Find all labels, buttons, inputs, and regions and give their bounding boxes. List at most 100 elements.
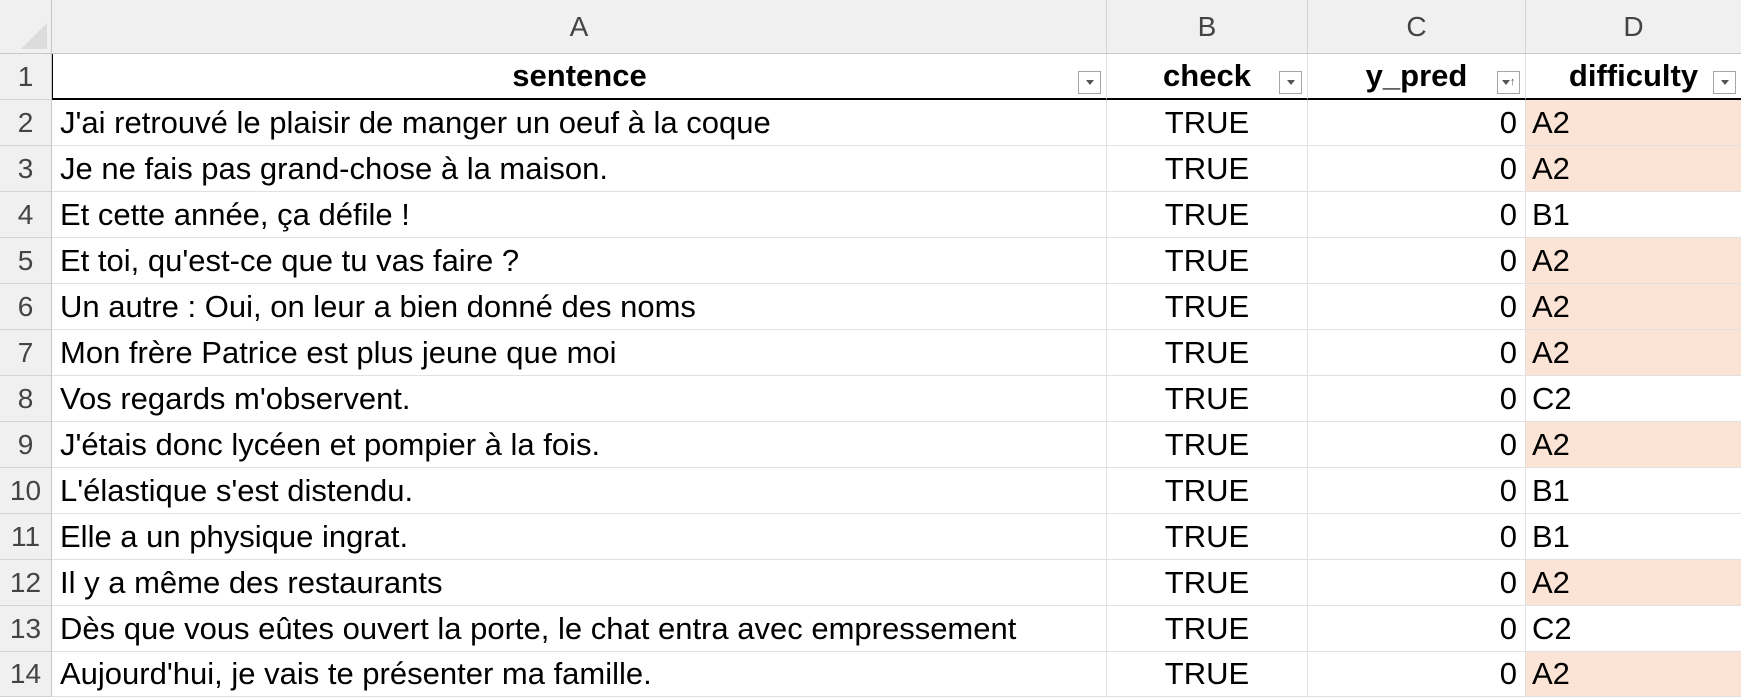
y-pred-cell[interactable]: 0: [1308, 652, 1526, 697]
table-row: 3 Je ne fais pas grand-chose à la maison…: [0, 146, 1741, 192]
y-pred-cell[interactable]: 0: [1308, 560, 1526, 606]
row-header[interactable]: 4: [0, 192, 52, 238]
row-header[interactable]: 3: [0, 146, 52, 192]
header-label-y-pred: y_pred: [1365, 58, 1468, 93]
difficulty-cell[interactable]: B1: [1526, 514, 1741, 560]
column-header-c[interactable]: C: [1308, 0, 1526, 54]
difficulty-cell[interactable]: A2: [1526, 560, 1741, 606]
table-row: 12 Il y a même des restaurants TRUE 0 A2: [0, 560, 1741, 606]
header-cell-difficulty[interactable]: difficulty: [1526, 54, 1741, 100]
sentence-cell[interactable]: Je ne fais pas grand-chose à la maison.: [52, 146, 1107, 192]
select-all-corner[interactable]: [0, 0, 52, 54]
y-pred-cell[interactable]: 0: [1308, 192, 1526, 238]
y-pred-cell[interactable]: 0: [1308, 146, 1526, 192]
filter-dropdown-sentence[interactable]: [1078, 71, 1101, 94]
table-row: 4 Et cette année, ça défile ! TRUE 0 B1: [0, 192, 1741, 238]
difficulty-cell[interactable]: A2: [1526, 284, 1741, 330]
difficulty-cell[interactable]: B1: [1526, 468, 1741, 514]
difficulty-cell[interactable]: A2: [1526, 330, 1741, 376]
y-pred-cell[interactable]: 0: [1308, 468, 1526, 514]
difficulty-cell[interactable]: C2: [1526, 376, 1741, 422]
filter-dropdown-check[interactable]: [1279, 71, 1302, 94]
filter-sort-y-pred[interactable]: ↑: [1497, 71, 1520, 94]
check-cell[interactable]: TRUE: [1107, 514, 1308, 560]
y-pred-cell[interactable]: 0: [1308, 514, 1526, 560]
row-header[interactable]: 8: [0, 376, 52, 422]
header-cell-sentence[interactable]: sentence: [52, 54, 1107, 100]
check-cell[interactable]: TRUE: [1107, 284, 1308, 330]
header-cell-y-pred[interactable]: y_pred ↑: [1308, 54, 1526, 100]
row-header[interactable]: 12: [0, 560, 52, 606]
header-label-sentence: sentence: [512, 58, 647, 93]
sentence-cell[interactable]: Dès que vous eûtes ouvert la porte, le c…: [52, 606, 1107, 652]
check-cell[interactable]: TRUE: [1107, 146, 1308, 192]
check-cell[interactable]: TRUE: [1107, 560, 1308, 606]
sentence-cell[interactable]: Mon frère Patrice est plus jeune que moi: [52, 330, 1107, 376]
y-pred-cell[interactable]: 0: [1308, 422, 1526, 468]
row-header[interactable]: 13: [0, 606, 52, 652]
difficulty-cell[interactable]: C2: [1526, 606, 1741, 652]
row-header[interactable]: 10: [0, 468, 52, 514]
difficulty-cell[interactable]: B1: [1526, 192, 1741, 238]
sentence-cell[interactable]: Elle a un physique ingrat.: [52, 514, 1107, 560]
table-row: 13 Dès que vous eûtes ouvert la porte, l…: [0, 606, 1741, 652]
table-row: 5 Et toi, qu'est-ce que tu vas faire ? T…: [0, 238, 1741, 284]
table-row: 11 Elle a un physique ingrat. TRUE 0 B1: [0, 514, 1741, 560]
check-cell[interactable]: TRUE: [1107, 192, 1308, 238]
spreadsheet-grid: A B C D 1 sentence check y_pred ↑ diffic…: [0, 0, 1741, 697]
difficulty-cell[interactable]: A2: [1526, 652, 1741, 697]
y-pred-cell[interactable]: 0: [1308, 100, 1526, 146]
y-pred-cell[interactable]: 0: [1308, 238, 1526, 284]
sentence-cell[interactable]: Et toi, qu'est-ce que tu vas faire ?: [52, 238, 1107, 284]
header-cell-check[interactable]: check: [1107, 54, 1308, 100]
table-row: 2 J'ai retrouvé le plaisir de manger un …: [0, 100, 1741, 146]
difficulty-cell[interactable]: A2: [1526, 100, 1741, 146]
check-cell[interactable]: TRUE: [1107, 238, 1308, 284]
sentence-cell[interactable]: Il y a même des restaurants: [52, 560, 1107, 606]
row-header[interactable]: 5: [0, 238, 52, 284]
row-header[interactable]: 9: [0, 422, 52, 468]
sentence-cell[interactable]: J'ai retrouvé le plaisir de manger un oe…: [52, 100, 1107, 146]
check-cell[interactable]: TRUE: [1107, 376, 1308, 422]
header-label-difficulty: difficulty: [1568, 58, 1699, 93]
row-header[interactable]: 6: [0, 284, 52, 330]
header-label-check: check: [1163, 58, 1251, 93]
sentence-cell[interactable]: Un autre : Oui, on leur a bien donné des…: [52, 284, 1107, 330]
row-header[interactable]: 7: [0, 330, 52, 376]
y-pred-cell[interactable]: 0: [1308, 606, 1526, 652]
row-header[interactable]: 1: [0, 54, 52, 100]
sentence-cell[interactable]: Vos regards m'observent.: [52, 376, 1107, 422]
check-cell[interactable]: TRUE: [1107, 606, 1308, 652]
sentence-cell[interactable]: L'élastique s'est distendu.: [52, 468, 1107, 514]
table-row: 14 Aujourd'hui, je vais te présenter ma …: [0, 652, 1741, 697]
difficulty-cell[interactable]: A2: [1526, 146, 1741, 192]
chevron-down-icon: [1286, 80, 1295, 85]
y-pred-cell[interactable]: 0: [1308, 284, 1526, 330]
y-pred-cell[interactable]: 0: [1308, 376, 1526, 422]
column-header-d[interactable]: D: [1526, 0, 1741, 54]
chevron-down-icon: [1501, 80, 1510, 85]
table-row: 6 Un autre : Oui, on leur a bien donné d…: [0, 284, 1741, 330]
row-header[interactable]: 2: [0, 100, 52, 146]
check-cell[interactable]: TRUE: [1107, 330, 1308, 376]
sentence-cell[interactable]: J'étais donc lycéen et pompier à la fois…: [52, 422, 1107, 468]
filter-dropdown-difficulty[interactable]: [1713, 71, 1736, 94]
check-cell[interactable]: TRUE: [1107, 100, 1308, 146]
column-header-row: A B C D: [0, 0, 1741, 54]
row-header[interactable]: 11: [0, 514, 52, 560]
y-pred-cell[interactable]: 0: [1308, 330, 1526, 376]
table-header-row: 1 sentence check y_pred ↑ difficulty: [0, 54, 1741, 100]
sort-ascending-icon: ↑: [1509, 76, 1516, 88]
column-header-a[interactable]: A: [52, 0, 1107, 54]
difficulty-cell[interactable]: A2: [1526, 238, 1741, 284]
check-cell[interactable]: TRUE: [1107, 468, 1308, 514]
select-all-triangle-icon: [21, 23, 47, 49]
column-header-b[interactable]: B: [1107, 0, 1308, 54]
sentence-cell[interactable]: Aujourd'hui, je vais te présenter ma fam…: [52, 652, 1107, 697]
sentence-cell[interactable]: Et cette année, ça défile !: [52, 192, 1107, 238]
difficulty-cell[interactable]: A2: [1526, 422, 1741, 468]
row-header[interactable]: 14: [0, 652, 52, 697]
check-cell[interactable]: TRUE: [1107, 652, 1308, 697]
check-cell[interactable]: TRUE: [1107, 422, 1308, 468]
chevron-down-icon: [1085, 80, 1094, 85]
